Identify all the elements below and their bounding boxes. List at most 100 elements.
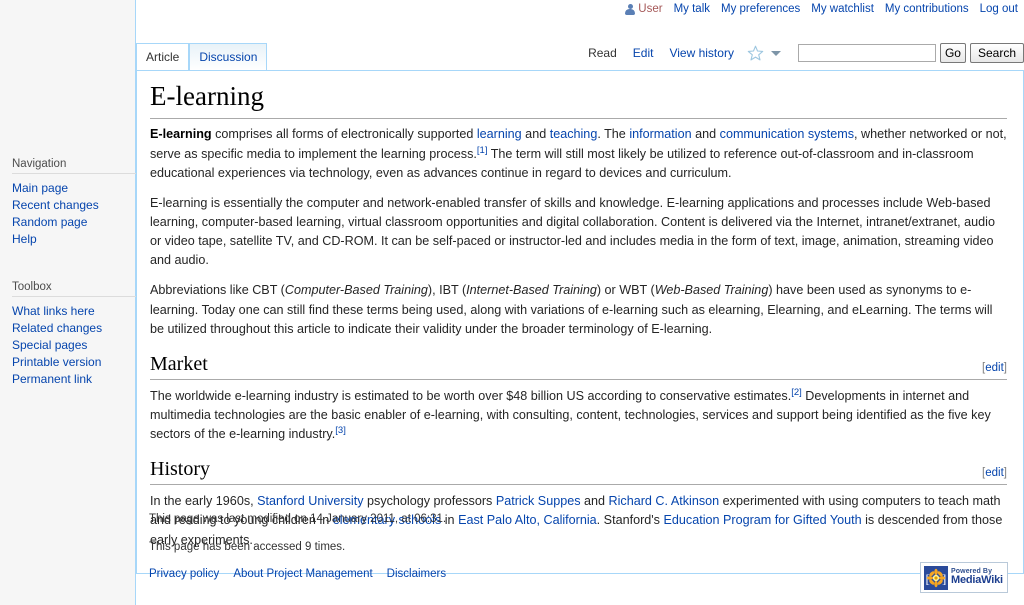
view-action-view-history-label[interactable]: View history <box>669 46 733 60</box>
divider <box>12 173 140 174</box>
sidebar-portal-navigation: Navigation Main page Recent changes Rand… <box>0 158 148 248</box>
reference-2-link[interactable]: [2] <box>791 387 802 398</box>
edit-section-history: [edit] <box>982 467 1007 479</box>
paragraph-market: The worldwide e-learning industry is est… <box>150 387 1007 444</box>
paragraph-definition: E-learning is essentially the computer a… <box>150 195 995 268</box>
term-cbt: Computer-Based Training <box>284 283 428 298</box>
section-title-market: Market <box>150 352 208 375</box>
reference-3-link[interactable]: [3] <box>335 425 346 436</box>
text-fragment: and <box>580 494 609 509</box>
view-actions: Read Edit View history Go Search <box>580 36 1024 70</box>
sidebar-list-toolbox: What links here Related changes Special … <box>12 303 148 388</box>
paragraph-lead: E-learning comprises all forms of electr… <box>150 125 1007 182</box>
article-bold-term: E-learning <box>150 127 212 142</box>
link-learning[interactable]: learning <box>477 127 522 141</box>
tab-article-label: Article <box>146 50 180 64</box>
link-patrick-suppes[interactable]: Patrick Suppes <box>496 494 581 508</box>
sidebar-heading-toolbox: Toolbox <box>12 281 52 293</box>
sidebar-item-help[interactable]: Help <box>12 232 37 246</box>
text-fragment: and <box>521 127 550 142</box>
article-body: E-learning E-learning comprises all form… <box>136 71 1024 574</box>
footer-view-count: This page has been accessed 9 times. <box>149 541 346 553</box>
personal-link-my-contributions[interactable]: My contributions <box>885 3 969 15</box>
personal-link-my-watchlist[interactable]: My watchlist <box>811 3 874 15</box>
sidebar-item-main-page[interactable]: Main page <box>12 181 68 195</box>
term-ibt: Internet-Based Training <box>466 283 597 298</box>
section-heading-history: History [edit] <box>150 458 1007 486</box>
page-navigation-row: Article Discussion Read Edit View histor… <box>136 36 1024 71</box>
view-action-read[interactable]: Read <box>580 37 625 70</box>
search-go-button[interactable]: Go <box>939 43 966 63</box>
tab-discussion[interactable]: Discussion <box>189 43 268 70</box>
view-action-edit-label[interactable]: Edit <box>633 46 654 60</box>
content-column: Article Discussion Read Edit View histor… <box>136 36 1024 574</box>
list-item: Random page <box>12 214 148 231</box>
text-fragment: The worldwide e-learning industry is est… <box>150 388 792 403</box>
list-item: Main page <box>12 180 148 197</box>
link-teaching[interactable]: teaching <box>550 127 598 141</box>
paragraph-abbreviations: Abbreviations like CBT (Computer-Based T… <box>150 281 1007 338</box>
divider <box>12 296 140 297</box>
personal-tools-bar: User My talk My preferences My watchlist… <box>625 0 1018 18</box>
footer: This page was last modified on 14 Januar… <box>136 512 1024 593</box>
edit-section-market-link[interactable]: edit <box>985 362 1004 374</box>
view-action-view-history[interactable]: View history <box>661 37 741 70</box>
edit-section-market: [edit] <box>982 362 1007 374</box>
sidebar-item-permanent-link[interactable]: Permanent link <box>12 372 92 386</box>
search-button[interactable]: Search <box>969 43 1024 63</box>
text-fragment: and <box>691 127 720 142</box>
mediawiki-sunflower-icon: [ ] <box>924 565 948 590</box>
sidebar-list-navigation: Main page Recent changes Random page Hel… <box>12 180 148 248</box>
list-item: Help <box>12 231 148 248</box>
term-wbt: Web-Based Training <box>654 283 769 298</box>
text-fragment: psychology professors <box>363 494 496 509</box>
reference-3[interactable]: [3] <box>335 425 346 436</box>
edit-section-history-link[interactable]: edit <box>985 467 1004 479</box>
footer-icons: [ ] <box>920 562 1008 593</box>
reference-2[interactable]: [2] <box>791 387 802 398</box>
tab-article[interactable]: Article <box>136 43 190 70</box>
page-title: E-learning <box>150 80 1007 120</box>
namespace-tabs: Article Discussion <box>136 36 268 70</box>
username-label: User <box>638 3 663 15</box>
badge-text: Powered By MediaWiki <box>951 568 1003 587</box>
logout-link[interactable]: Log out <box>980 3 1018 15</box>
reference-1-link[interactable]: [1] <box>477 144 488 155</box>
link-stanford-university[interactable]: Stanford University <box>257 494 363 508</box>
list-item: Recent changes <box>12 197 148 214</box>
sidebar-item-printable-version[interactable]: Printable version <box>12 355 101 369</box>
tab-discussion-label[interactable]: Discussion <box>199 50 257 64</box>
sidebar-item-random-page[interactable]: Random page <box>12 215 87 229</box>
personal-link-my-preferences[interactable]: My preferences <box>721 3 800 15</box>
sidebar-portal-toolbox: Toolbox What links here Related changes … <box>0 281 148 388</box>
list-item: Special pages <box>12 337 148 354</box>
view-action-edit[interactable]: Edit <box>625 37 662 70</box>
link-information[interactable]: information <box>629 127 691 141</box>
link-communication-systems[interactable]: communication systems <box>720 127 854 141</box>
sidebar-item-special-pages[interactable]: Special pages <box>12 338 87 352</box>
sidebar: Navigation Main page Recent changes Rand… <box>0 0 140 605</box>
chevron-down-icon[interactable] <box>768 45 784 61</box>
personal-link-my-talk[interactable]: My talk <box>674 3 710 15</box>
footer-link-privacy-policy[interactable]: Privacy policy <box>149 568 219 580</box>
text-fragment: Abbreviations like CBT ( <box>150 283 285 298</box>
link-richard-atkinson[interactable]: Richard C. Atkinson <box>609 494 720 508</box>
search-input[interactable] <box>797 44 936 62</box>
text-fragment: In the early 1960s, <box>150 494 258 509</box>
footer-link-disclaimers[interactable]: Disclaimers <box>387 568 446 580</box>
list-item: Related changes <box>12 320 148 337</box>
reference-1[interactable]: [1] <box>477 144 488 155</box>
sidebar-item-related-changes[interactable]: Related changes <box>12 321 102 335</box>
footer-link-about[interactable]: About Project Management <box>233 568 372 580</box>
sidebar-item-recent-changes[interactable]: Recent changes <box>12 198 99 212</box>
personal-username[interactable]: User <box>625 3 663 15</box>
sidebar-heading-navigation: Navigation <box>12 158 67 170</box>
star-icon[interactable] <box>746 44 765 63</box>
section-heading-market: Market [edit] <box>150 353 1007 380</box>
text-fragment: comprises all forms of electronically su… <box>211 127 477 142</box>
text-fragment: ) or WBT ( <box>596 283 655 298</box>
powered-by-mediawiki-badge[interactable]: [ ] <box>920 562 1008 593</box>
section-title-history: History <box>150 458 210 481</box>
badge-line-2: MediaWiki <box>951 574 1003 587</box>
sidebar-item-what-links-here[interactable]: What links here <box>12 304 95 318</box>
